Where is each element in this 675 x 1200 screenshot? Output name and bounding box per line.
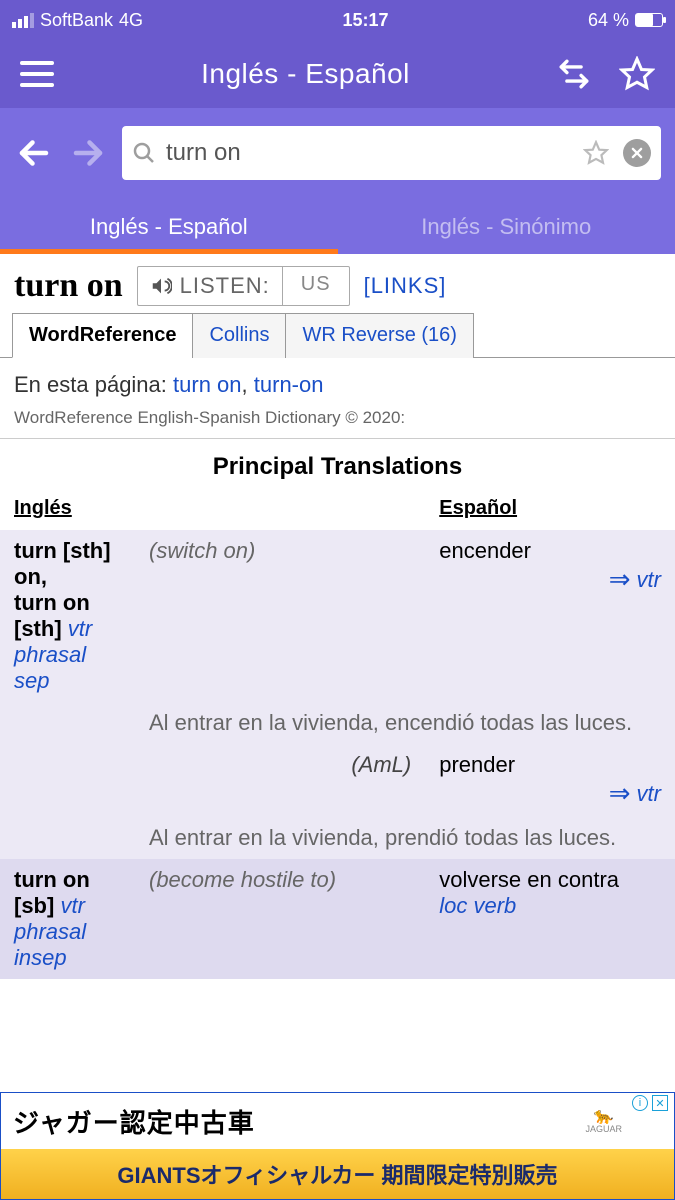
status-bar: SoftBank 4G 15:17 64 %: [0, 0, 675, 40]
adchoices-icon[interactable]: i: [632, 1095, 648, 1111]
links-button[interactable]: [LINKS]: [364, 273, 447, 299]
translation-pos[interactable]: loc verb: [439, 893, 516, 918]
search-input[interactable]: [166, 139, 573, 167]
alt-translation-row: (AmL) prender ⇒ vtr: [0, 744, 675, 817]
copyright-text: WordReference English-Spanish Dictionary…: [0, 404, 675, 438]
signal-icon: [12, 13, 34, 28]
star-icon[interactable]: [619, 56, 655, 92]
search-box[interactable]: [122, 126, 661, 180]
battery-icon: [635, 13, 663, 27]
translation: volverse en contra: [439, 867, 619, 892]
back-button[interactable]: [14, 133, 54, 173]
listen-label: LISTEN:: [180, 273, 270, 299]
battery-percent: 64 %: [588, 10, 629, 31]
ad-banner[interactable]: i ✕ ジャガー認定中古車 🐆JAGUAR GIANTSオフィシャルカー 期間限…: [0, 1092, 675, 1200]
search-icon: [132, 141, 156, 165]
col-header-es: Español: [425, 491, 675, 530]
table-row: turn on [sb] vtr phrasal insep (become h…: [0, 859, 675, 979]
headword: turn on: [14, 267, 123, 305]
on-page-link-2[interactable]: turn-on: [254, 372, 324, 397]
speaker-icon: [150, 275, 172, 297]
example-row: Al entrar en la vivienda, encendió todas…: [0, 702, 675, 744]
forward-button[interactable]: [68, 133, 108, 173]
listen-group: LISTEN: US: [137, 266, 350, 306]
app-bar: Inglés - Español: [0, 40, 675, 108]
conjugate-icon[interactable]: ⇒: [609, 564, 631, 595]
definition: (become hostile to): [149, 867, 336, 892]
translation-pos[interactable]: vtr: [637, 567, 661, 593]
listen-button[interactable]: LISTEN:: [138, 267, 282, 305]
conjugate-icon[interactable]: ⇒: [609, 778, 631, 809]
table-row: turn [sth] on, turn on [sth] vtr phrasal…: [0, 530, 675, 702]
tab-collins[interactable]: Collins: [192, 313, 286, 358]
example-sentence: Al entrar en la vivienda, prendió todas …: [149, 825, 661, 851]
clear-button[interactable]: [623, 139, 651, 167]
carrier-label: SoftBank: [40, 10, 113, 31]
translation: encender: [439, 538, 531, 563]
translation: prender: [439, 752, 515, 777]
section-title: Principal Translations: [0, 438, 675, 491]
content-area: turn on LISTEN: US [LINKS] WordReference…: [0, 254, 675, 979]
entry-term: turn [sth] on,: [14, 538, 111, 589]
translation-pos[interactable]: vtr: [637, 781, 661, 807]
tab-wr-reverse[interactable]: WR Reverse (16): [285, 313, 473, 358]
source-tabs: WordReference Collins WR Reverse (16): [0, 312, 675, 358]
on-page-row: En esta página: turn on, turn-on: [0, 358, 675, 404]
ad-headline: ジャガー認定中古車: [13, 1103, 255, 1140]
favorite-icon[interactable]: [583, 140, 609, 166]
network-label: 4G: [119, 10, 143, 31]
example-row: Al entrar en la vivienda, prendió todas …: [0, 817, 675, 859]
ad-close-icon[interactable]: ✕: [652, 1095, 668, 1111]
translations-table: Inglés Español turn [sth] on, turn on [s…: [0, 491, 675, 979]
definition: (switch on): [149, 538, 255, 563]
col-header-en: Inglés: [0, 491, 135, 530]
on-page-link-1[interactable]: turn on: [173, 372, 242, 397]
ad-brand-logo: 🐆JAGUAR: [585, 1109, 622, 1134]
region-label: (AmL): [351, 752, 411, 777]
swap-icon[interactable]: [557, 57, 591, 91]
tab-translation[interactable]: Inglés - Español: [0, 198, 338, 254]
tab-synonym[interactable]: Inglés - Sinónimo: [338, 198, 675, 254]
ad-subline: GIANTSオフィシャルカー 期間限定特別販売: [1, 1149, 674, 1199]
example-sentence: Al entrar en la vivienda, encendió todas…: [149, 710, 661, 736]
menu-button[interactable]: [20, 61, 54, 87]
on-page-label: En esta página:: [14, 372, 167, 397]
dictionary-tabs: Inglés - Español Inglés - Sinónimo: [0, 198, 675, 254]
nav-row: [0, 108, 675, 198]
accent-selector[interactable]: US: [283, 267, 349, 305]
app-title: Inglés - Español: [201, 58, 410, 90]
tab-wordreference[interactable]: WordReference: [12, 313, 193, 358]
ad-controls[interactable]: i ✕: [632, 1095, 668, 1111]
clock: 15:17: [342, 10, 388, 31]
